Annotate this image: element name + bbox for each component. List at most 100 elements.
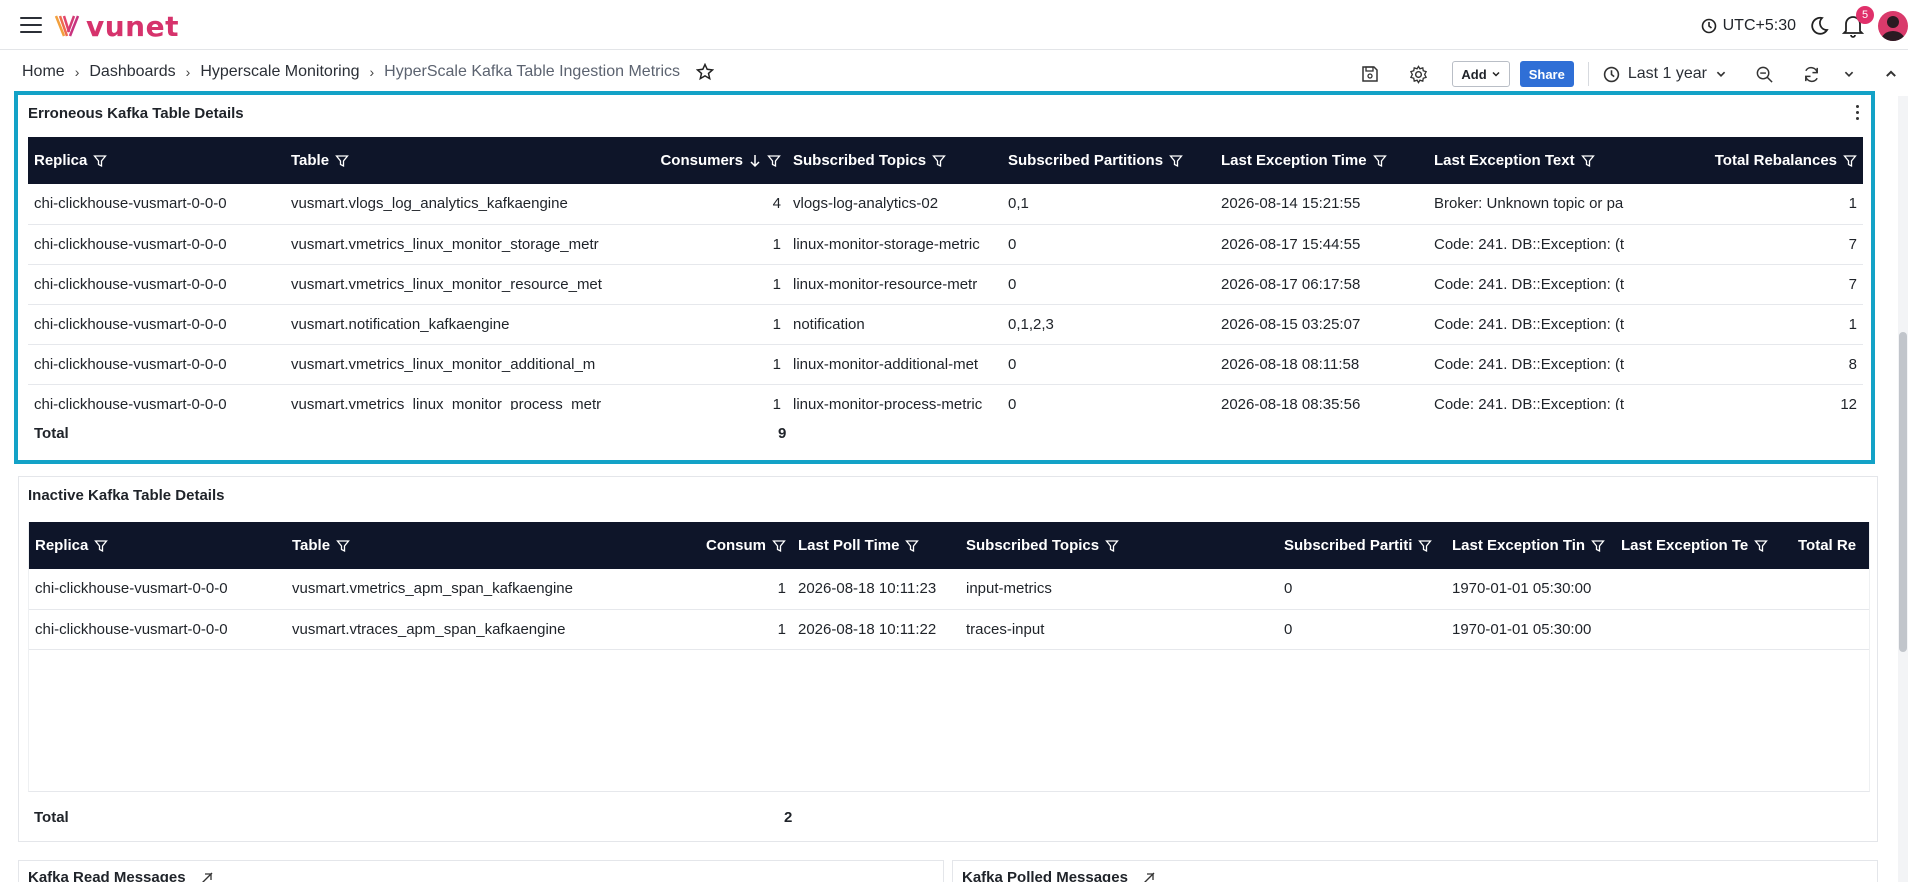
cell-table: vusmart.vmetrics_linux_monitor_additiona… — [285, 344, 635, 385]
breadcrumb-bar: Home › Dashboards › Hyperscale Monitorin… — [0, 51, 1908, 95]
column-label: Table — [292, 537, 331, 554]
column-header-last-exception-text[interactable]: Last Exception Te — [1615, 522, 1792, 569]
share-button[interactable]: Share — [1519, 61, 1574, 87]
table-row[interactable]: chi-clickhouse-vusmart-0-0-0 vusmart.vme… — [28, 344, 1863, 385]
cell-last-exception-time: 2026-08-15 03:25:07 — [1215, 304, 1428, 345]
zoom-out-icon — [1756, 66, 1773, 83]
filter-icon[interactable] — [1372, 154, 1387, 168]
kafka-read-messages-panel[interactable]: Kafka Read Messages — [18, 860, 944, 882]
inactive-kafka-table-panel[interactable]: Inactive Kafka Table Details Replica Tab… — [18, 476, 1878, 842]
column-label: Total Rebalances — [1714, 152, 1837, 169]
refresh-interval-dropdown[interactable] — [1836, 61, 1862, 87]
filter-icon[interactable] — [905, 539, 920, 553]
cell-last-exception-time: 1970-01-01 05:30:00 — [1446, 569, 1615, 610]
chevron-right-icon: › — [74, 64, 80, 80]
cell-last-exception-text — [1615, 609, 1792, 650]
favorite-star-icon[interactable] — [696, 63, 715, 81]
cell-last-exception-time: 2026-08-18 08:11:58 — [1215, 344, 1428, 385]
column-header-subscribed-partitions[interactable]: Subscribed Partitions — [1002, 137, 1215, 184]
column-header-table[interactable]: Table — [285, 137, 635, 184]
table-row[interactable]: chi-clickhouse-vusmart-0-0-0 vusmart.vtr… — [29, 609, 1869, 650]
cell-subscribed-partitions: 0 — [1002, 384, 1215, 410]
breadcrumb-dashboards[interactable]: Dashboards — [89, 63, 175, 81]
timezone-indicator[interactable]: UTC+5:30 — [1701, 17, 1796, 35]
sort-descending-icon[interactable] — [749, 154, 761, 168]
menu-icon[interactable] — [20, 17, 42, 33]
table-row[interactable]: chi-clickhouse-vusmart-0-0-0 vusmart.not… — [28, 304, 1863, 345]
cell-subscribed-topics: notification — [787, 304, 1002, 345]
filter-icon[interactable] — [1418, 539, 1433, 553]
column-header-last-exception-time[interactable]: Last Exception Time — [1215, 137, 1428, 184]
kafka-polled-messages-panel[interactable]: Kafka Polled Messages — [952, 860, 1878, 882]
filter-icon[interactable] — [335, 154, 349, 168]
refresh-button[interactable] — [1798, 61, 1824, 87]
cell-last-exception-time: 1970-01-01 05:30:00 — [1446, 609, 1615, 650]
notifications-button[interactable]: 5 — [1841, 6, 1874, 38]
filter-icon[interactable] — [1754, 539, 1769, 553]
link-off-icon[interactable] — [1142, 871, 1156, 882]
panel-menu-icon[interactable] — [1849, 101, 1865, 123]
collapse-toolbar-button[interactable] — [1878, 61, 1904, 87]
column-header-last-exception-text[interactable]: Last Exception Text — [1428, 137, 1648, 184]
cell-last-exception-text: Code: 241. DB::Exception: (t — [1428, 344, 1648, 385]
column-header-total-rebalances[interactable]: Total Rebalances — [1648, 137, 1863, 184]
column-header-subscribed-partitions[interactable]: Subscribed Partiti — [1278, 522, 1446, 569]
cell-total-rebalances — [1792, 609, 1869, 650]
table-row[interactable]: chi-clickhouse-vusmart-0-0-0 vusmart.vme… — [28, 384, 1863, 410]
column-header-subscribed-topics[interactable]: Subscribed Topics — [787, 137, 1002, 184]
column-header-replica[interactable]: Replica — [29, 522, 286, 569]
add-button[interactable]: Add — [1452, 61, 1510, 87]
filter-icon[interactable] — [772, 539, 786, 553]
column-header-last-exception-time[interactable]: Last Exception Tin — [1446, 522, 1615, 569]
filter-icon[interactable] — [1580, 154, 1595, 168]
column-header-consumers[interactable]: Consum — [696, 522, 792, 569]
column-label: Consum — [706, 537, 766, 554]
table-row[interactable]: chi-clickhouse-vusmart-0-0-0 vusmart.vme… — [28, 264, 1863, 305]
table-row[interactable]: chi-clickhouse-vusmart-0-0-0 vusmart.vme… — [28, 224, 1863, 265]
filter-icon[interactable] — [1591, 539, 1605, 553]
breadcrumb-home[interactable]: Home — [22, 63, 65, 81]
column-header-table[interactable]: Table — [286, 522, 696, 569]
filter-icon[interactable] — [94, 539, 109, 553]
column-header-subscribed-topics[interactable]: Subscribed Topics — [960, 522, 1278, 569]
filter-icon[interactable] — [1843, 154, 1857, 168]
clock-icon — [1701, 18, 1716, 34]
cell-last-poll-time: 2026-08-18 10:11:22 — [792, 609, 960, 650]
filter-icon[interactable] — [1169, 154, 1183, 168]
link-off-icon[interactable] — [200, 871, 214, 882]
logo-text: vunet — [86, 9, 179, 43]
user-avatar[interactable] — [1878, 11, 1908, 41]
filter-icon[interactable] — [93, 154, 108, 168]
chevron-right-icon: › — [185, 64, 191, 80]
dashboard-settings-button[interactable] — [1405, 61, 1431, 87]
table-row[interactable]: chi-clickhouse-vusmart-0-0-0 vusmart.vlo… — [28, 184, 1863, 225]
column-header-last-poll-time[interactable]: Last Poll Time — [792, 522, 960, 569]
user-icon — [1881, 16, 1905, 41]
time-range-picker[interactable]: Last 1 year — [1603, 65, 1727, 83]
inactive-table: Replica Table Consum Last Poll Time Subs… — [29, 522, 1869, 650]
page-scrollbar[interactable] — [1898, 96, 1908, 882]
filter-icon[interactable] — [767, 154, 781, 168]
scrollbar-thumb[interactable] — [1899, 332, 1907, 652]
filter-icon[interactable] — [932, 154, 946, 168]
filter-icon[interactable] — [1105, 539, 1119, 553]
cell-consumers: 4 — [635, 184, 787, 225]
erroneous-kafka-table-panel[interactable]: Erroneous Kafka Table Details Replica Ta… — [14, 91, 1875, 464]
column-header-total-rebalances[interactable]: Total Re — [1792, 522, 1869, 569]
cell-consumers: 1 — [696, 609, 792, 650]
zoom-out-button[interactable] — [1751, 61, 1777, 87]
filter-icon[interactable] — [336, 539, 350, 553]
column-label: Subscribed Topics — [966, 537, 1100, 554]
breadcrumb-hyperscale-monitoring[interactable]: Hyperscale Monitoring — [200, 63, 359, 81]
vunet-logo[interactable]: vunet — [54, 9, 179, 43]
chevron-down-icon — [1492, 71, 1500, 77]
column-label: Last Poll Time — [798, 537, 900, 554]
dark-mode-icon[interactable] — [1808, 15, 1830, 37]
panel-title: Kafka Polled Messages — [962, 869, 1156, 882]
save-dashboard-button[interactable] — [1357, 61, 1383, 87]
column-header-consumers[interactable]: Consumers — [635, 137, 787, 184]
table-row[interactable]: chi-clickhouse-vusmart-0-0-0 vusmart.vme… — [29, 569, 1869, 610]
cell-last-exception-text — [1615, 569, 1792, 610]
cell-replica: chi-clickhouse-vusmart-0-0-0 — [28, 264, 285, 305]
column-header-replica[interactable]: Replica — [28, 137, 285, 184]
